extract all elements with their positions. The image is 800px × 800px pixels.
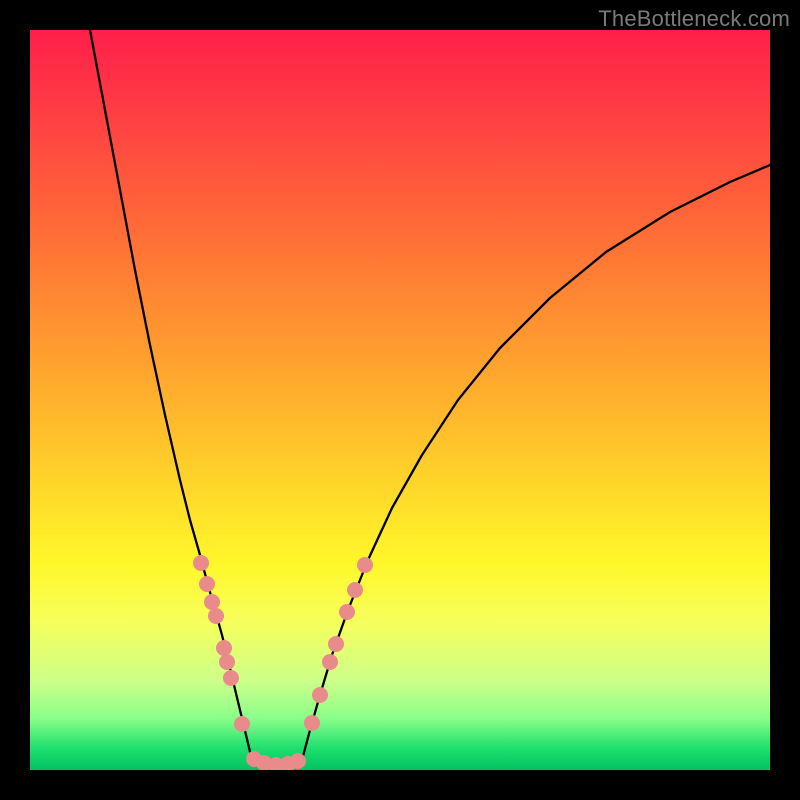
bottleneck-curve <box>90 30 770 765</box>
scatter-dot <box>290 753 306 769</box>
watermark-text: TheBottleneck.com <box>598 6 790 32</box>
scatter-dot <box>223 670 239 686</box>
scatter-dot <box>199 576 215 592</box>
scatter-dot <box>339 604 355 620</box>
scatter-dot <box>234 716 250 732</box>
scatter-dot <box>347 582 363 598</box>
scatter-dot <box>219 654 235 670</box>
chart-frame: TheBottleneck.com <box>0 0 800 800</box>
scatter-dot <box>204 594 220 610</box>
scatter-dot <box>357 557 373 573</box>
scatter-dot <box>328 636 344 652</box>
scatter-dot <box>304 715 320 731</box>
scatter-dots <box>193 555 373 770</box>
curve-svg <box>30 30 770 770</box>
scatter-dot <box>193 555 209 571</box>
plot-area <box>30 30 770 770</box>
scatter-dot <box>312 687 328 703</box>
scatter-dot <box>208 608 224 624</box>
scatter-dot <box>216 640 232 656</box>
scatter-dot <box>322 654 338 670</box>
